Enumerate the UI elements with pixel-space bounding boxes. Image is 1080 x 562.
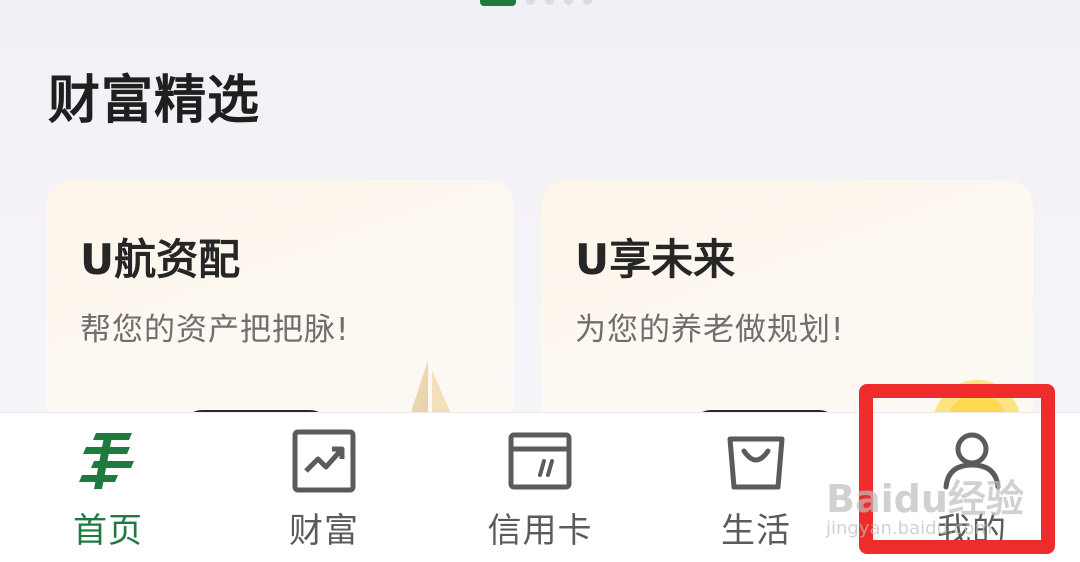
watermark-logo: Baidu经验 (826, 477, 1024, 521)
tab-label: 信用卡 (487, 511, 593, 551)
card-title: U航资配 (80, 235, 241, 284)
card-icon (508, 432, 572, 490)
pager-dot (545, 0, 554, 5)
tab-label: 财富 (289, 511, 359, 551)
card-subtitle: 帮您的资产把把脉! (80, 312, 350, 348)
bag-icon (727, 436, 785, 490)
tab-home[interactable]: 首页 (0, 413, 216, 562)
card-title: U享未来 (575, 235, 736, 284)
section-title: 财富精选 (48, 71, 261, 131)
pager-dot (564, 0, 573, 5)
pager-dot (526, 0, 535, 5)
chart-icon (292, 429, 356, 493)
screen: 财富精选 U航资配 帮您的资产把把脉! U享未来 为您的养老做规划! 首页 财富… (0, 0, 1080, 562)
postal-logo-icon (79, 433, 134, 489)
banner-pager (480, 0, 592, 6)
tab-label: 首页 (73, 511, 143, 551)
tab-wealth[interactable]: 财富 (216, 413, 432, 562)
card-subtitle: 为您的养老做规划! (575, 312, 845, 348)
tab-credit-card[interactable]: 信用卡 (432, 413, 648, 562)
pager-dot-active (480, 0, 516, 6)
watermark-url: jingyan.baidu.com (826, 518, 993, 539)
pager-dot (583, 0, 592, 5)
